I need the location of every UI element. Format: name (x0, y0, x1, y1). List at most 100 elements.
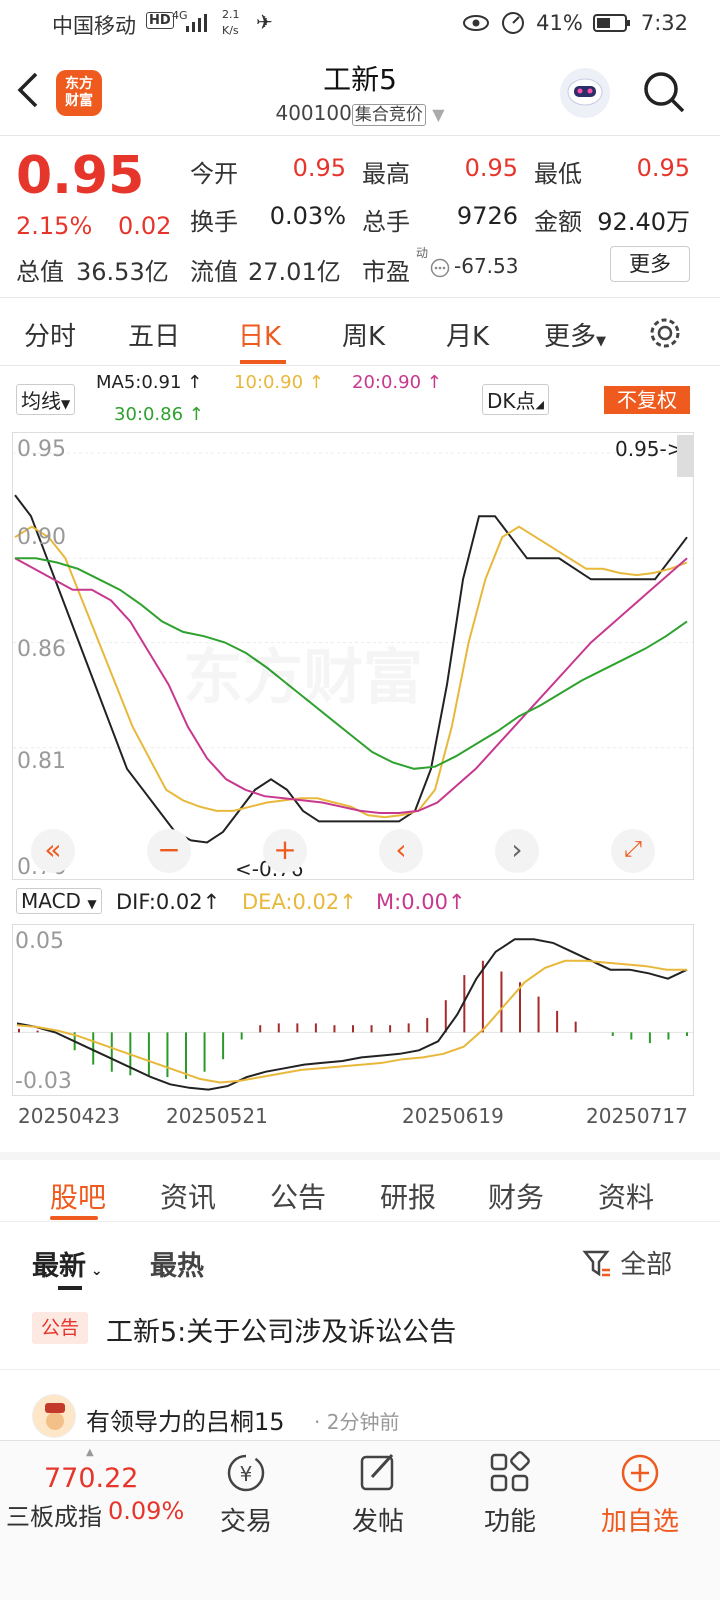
open-value: 0.95 (292, 154, 346, 182)
macd-y-bottom: -0.03 (15, 1069, 72, 1094)
sort-indicator (58, 1286, 82, 1290)
ma30-legend: 30:0.86 ↑ (114, 404, 204, 425)
search-icon[interactable] (642, 70, 686, 114)
filter-button[interactable]: 全部 (582, 1244, 672, 1281)
tab-announcements[interactable]: 公告 (270, 1176, 326, 1216)
dk-point-button[interactable]: DK点◢ (482, 384, 549, 415)
macd-y-top: 0.05 (15, 929, 64, 954)
edit-icon (360, 1453, 394, 1491)
chevron-down-icon: ⌄ (86, 1263, 103, 1279)
tab-profile[interactable]: 资料 (598, 1176, 654, 1216)
m-legend: M:0.00↑ (376, 890, 466, 914)
caret-down-icon: ▼ (61, 397, 71, 411)
nav-post[interactable]: 发帖 (318, 1451, 438, 1538)
sort-latest-label: 最新 (32, 1251, 86, 1282)
caret-up-icon: ▲ (86, 1447, 94, 1458)
tab-news[interactable]: 资讯 (160, 1176, 216, 1216)
eye-icon (463, 15, 490, 31)
indicator-selector-label: 均线 (21, 389, 61, 413)
tab-guba[interactable]: 股吧 (50, 1176, 106, 1216)
sort-latest[interactable]: 最新 ⌄ (32, 1244, 103, 1283)
sort-hot[interactable]: 最热 (150, 1244, 204, 1283)
date-tick-0: 20250423 (18, 1104, 120, 1128)
status-bar: 中国移动 HD 4G 2.1 K/s ✈ 41% 7:32 (0, 0, 720, 48)
date-axis: 20250423 20250521 20250619 20250717 (0, 1104, 720, 1144)
nav-functions-label: 功能 (483, 1507, 536, 1537)
nav-trade[interactable]: ¥ 交易 (186, 1451, 306, 1538)
stock-code-line[interactable]: 400100 集合竞价 ▼ (240, 100, 480, 126)
dif-value: DIF:0.02 (116, 890, 203, 914)
add-watchlist-button[interactable]: 加自选 (580, 1451, 700, 1538)
clock: 7:32 (640, 11, 688, 35)
watermark-logo: 东方财富 (183, 629, 423, 716)
macd-selector[interactable]: MACD ▼ (16, 888, 102, 914)
macd-chart[interactable]: 0.05 -0.03 (12, 924, 694, 1096)
tab-intraday[interactable]: 分时 (24, 316, 76, 353)
battery-icon (592, 14, 630, 32)
post-time: · 2分钟前 (314, 1410, 400, 1434)
m-value: M:0.00 (376, 890, 448, 914)
nav-functions[interactable]: 功能 (450, 1451, 570, 1538)
float-label: 流值 (190, 258, 238, 286)
zoom-in-button[interactable]: + (263, 829, 307, 873)
stock-header: 东方 财富 工新5 400100 集合竞价 ▼ (0, 48, 720, 136)
zoom-out-button[interactable]: − (147, 829, 191, 873)
turnover-value: 0.03% (269, 202, 346, 230)
more-quote-button[interactable]: 更多 (610, 246, 690, 282)
tab-more-periods[interactable]: 更多▼ (544, 316, 606, 353)
ai-assistant-robot-icon[interactable] (560, 68, 610, 118)
change-amount: 0.02 (118, 212, 172, 240)
kline-chart[interactable]: 东方财富 0.95 0.90 0.86 0.81 0.76 0.95-> <-0… (12, 432, 694, 881)
app-logo[interactable]: 东方 财富 (56, 70, 102, 116)
quote-panel: 0.95 2.15% 0.02 今开 0.95 最高 0.95 最低 0.95 … (0, 136, 720, 298)
scroll-left-button[interactable]: ‹ (379, 829, 423, 873)
list-item[interactable]: 有领导力的吕桐15 · 2分钟前 (0, 1390, 720, 1440)
expand-icon[interactable]: ⤢ (611, 829, 655, 873)
tab-five-day[interactable]: 五日 (128, 316, 180, 353)
dk-point-label: DK点 (487, 389, 536, 413)
indicator-selector[interactable]: 均线▼ (16, 384, 76, 415)
volume-label: 总手 (362, 208, 410, 236)
hd-icon: HD (146, 12, 174, 29)
gear-icon[interactable] (648, 316, 682, 350)
post-author[interactable]: 有领导力的吕桐15 (86, 1402, 285, 1437)
dea-legend: DEA:0.02↑ (242, 890, 357, 914)
adjust-type-button[interactable]: 不复权 (604, 386, 690, 414)
caret-down-icon: ▼ (87, 897, 97, 911)
app-notification-icon: ✈ (256, 10, 273, 34)
date-tick-3: 20250717 (586, 1104, 688, 1128)
scroll-handle[interactable] (677, 435, 693, 477)
tab-weekly-k[interactable]: 周K (342, 316, 385, 353)
current-price: 0.95 (16, 146, 145, 206)
index-value: 770.22 (44, 1463, 139, 1494)
scroll-right-button[interactable]: › (495, 829, 539, 873)
back-button[interactable] (14, 70, 44, 112)
net-speed: 2.1 (222, 8, 240, 21)
tab-finance[interactable]: 财务 (488, 1176, 544, 1216)
post-title: 工新5:关于公司涉及诉讼公告 (106, 1317, 457, 1348)
carrier-name: 中国移动 (52, 14, 136, 38)
list-item[interactable]: 公告 工新5:关于公司涉及诉讼公告 (0, 1300, 720, 1370)
scroll-left-fast-button[interactable]: « (31, 829, 75, 873)
ma10-value: 10:0.90 (234, 372, 304, 393)
filter-icon (582, 1250, 610, 1277)
dif-legend: DIF:0.02↑ (116, 890, 221, 914)
period-tabs: 分时 五日 日K 周K 月K 更多▼ (0, 298, 720, 366)
low-value: 0.95 (636, 154, 690, 182)
date-tick-1: 20250521 (166, 1104, 268, 1128)
ma30-value: 30:0.86 (114, 404, 184, 425)
info-dots-icon[interactable] (430, 258, 450, 278)
avatar[interactable] (32, 1394, 76, 1438)
y-label-3: 0.81 (17, 749, 66, 774)
tab-research[interactable]: 研报 (380, 1176, 436, 1216)
high-value: 0.95 (464, 154, 518, 182)
index-ticker[interactable]: ▲ 770.22 三板成指 0.09% (0, 1447, 184, 1547)
index-change: 0.09% (108, 1497, 185, 1525)
tab-daily-k[interactable]: 日K (238, 316, 281, 353)
trade-icon: ¥ (227, 1454, 265, 1492)
low-label: 最低 (534, 160, 582, 188)
tab-monthly-k[interactable]: 月K (446, 316, 489, 353)
corner-caret-icon: ◢ (535, 398, 544, 411)
last-price-marker: 0.95-> (615, 437, 684, 461)
turnover-label: 换手 (190, 208, 238, 236)
